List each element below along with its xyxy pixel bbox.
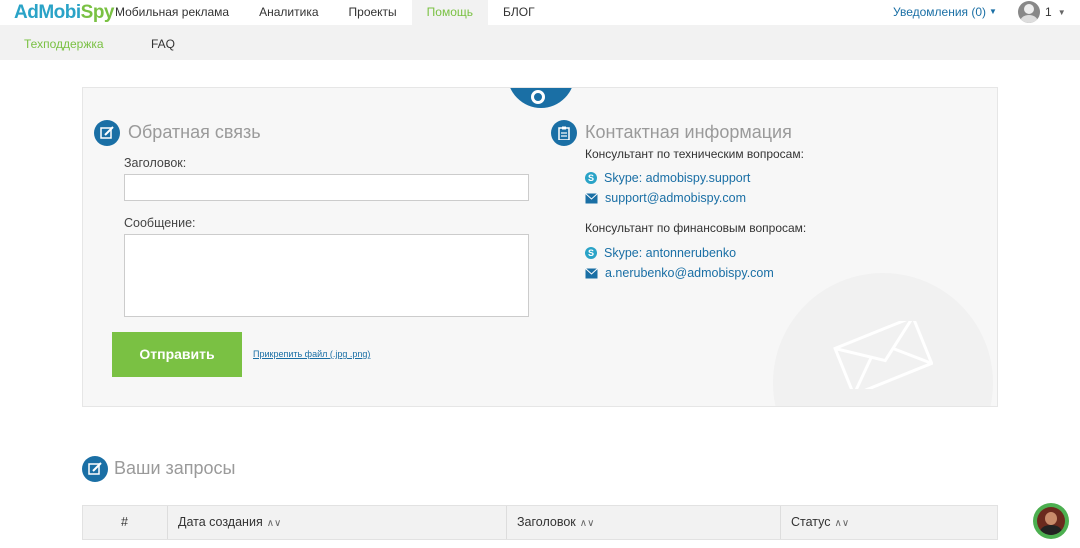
nav-item-blog[interactable]: БЛОГ bbox=[488, 0, 550, 25]
sub-navbar: Техподдержка FAQ bbox=[0, 25, 1080, 60]
requests-table-header: # Дата создания ∧∨ Заголовок ∧∨ Статус ∧∨ bbox=[82, 505, 998, 540]
finance-email-link[interactable]: a.nerubenko@admobispy.com bbox=[585, 266, 774, 280]
column-header-created-date[interactable]: Дата создания ∧∨ bbox=[178, 506, 281, 539]
support-panel: Обратная связь Заголовок: Сообщение: Отп… bbox=[82, 87, 998, 407]
mail-icon bbox=[585, 192, 598, 203]
subject-label: Заголовок: bbox=[124, 156, 187, 170]
contacts-title: Контактная информация bbox=[585, 122, 792, 142]
caret-down-icon: ▼ bbox=[989, 7, 997, 16]
nav-item-projects[interactable]: Проекты bbox=[334, 0, 412, 25]
sort-icon: ∧∨ bbox=[579, 518, 595, 529]
column-header-status[interactable]: Статус ∧∨ bbox=[791, 506, 849, 539]
column-header-number[interactable]: # bbox=[121, 506, 128, 539]
subject-input[interactable] bbox=[124, 174, 529, 201]
feedback-title: Обратная связь bbox=[128, 122, 261, 142]
top-navbar: AdMobiSpy Мобильная реклама Аналитика Пр… bbox=[0, 0, 1080, 25]
logo-part-ad: AdMobi bbox=[14, 2, 81, 23]
tech-skype-text: Skype: admobispy.support bbox=[604, 171, 751, 185]
finance-consultant-heading: Консультант по финансовым вопросам: bbox=[585, 221, 807, 235]
notifications-dropdown[interactable]: Уведомления (0) ▼ bbox=[893, 5, 997, 19]
admobispy-logo[interactable]: AdMobiSpy bbox=[14, 2, 115, 24]
subnav-item-faq[interactable]: FAQ bbox=[151, 37, 175, 51]
clipboard-icon bbox=[551, 120, 577, 146]
nav-item-help[interactable]: Помощь bbox=[411, 0, 489, 25]
requests-title: Ваши запросы bbox=[114, 458, 236, 478]
sort-icon: ∧∨ bbox=[834, 518, 850, 529]
main-nav: Мобильная реклама Аналитика Проекты Помо… bbox=[100, 0, 550, 25]
finance-email-text: a.nerubenko@admobispy.com bbox=[605, 266, 774, 280]
user-menu[interactable]: 1 ▼ bbox=[1018, 1, 1066, 23]
notifications-label: Уведомления (0) bbox=[893, 5, 987, 19]
finance-skype-link[interactable]: S Skype: antonnerubenko bbox=[585, 246, 736, 260]
tech-email-text: support@admobispy.com bbox=[605, 191, 746, 205]
finance-skype-text: Skype: antonnerubenko bbox=[604, 246, 737, 260]
sort-icon: ∧∨ bbox=[266, 518, 282, 529]
lifebuoy-icon bbox=[507, 88, 575, 108]
edit-icon bbox=[94, 120, 120, 146]
chat-agent-avatar bbox=[1037, 507, 1065, 535]
tech-consultant-heading: Консультант по техническим вопросам: bbox=[585, 147, 804, 161]
tech-skype-link[interactable]: S Skype: admobispy.support bbox=[585, 171, 750, 185]
nav-item-mobile-ads[interactable]: Мобильная реклама bbox=[100, 0, 244, 25]
caret-down-icon: ▼ bbox=[1057, 7, 1066, 17]
tech-email-link[interactable]: support@admobispy.com bbox=[585, 191, 746, 205]
chat-widget-button[interactable] bbox=[1033, 503, 1069, 539]
edit-icon bbox=[82, 456, 108, 482]
send-button[interactable]: Отправить bbox=[112, 332, 242, 377]
column-header-subject[interactable]: Заголовок ∧∨ bbox=[517, 506, 594, 539]
skype-icon: S bbox=[585, 247, 597, 259]
message-label: Сообщение: bbox=[124, 216, 196, 230]
subnav-item-support[interactable]: Техподдержка bbox=[24, 37, 104, 51]
user-count: 1 bbox=[1045, 5, 1052, 19]
envelope-icon bbox=[833, 321, 933, 389]
message-textarea[interactable] bbox=[124, 234, 529, 317]
nav-item-analytics[interactable]: Аналитика bbox=[244, 0, 333, 25]
attach-file-link[interactable]: Прикрепить файл (.jpg .png) bbox=[253, 349, 370, 359]
skype-icon: S bbox=[585, 172, 597, 184]
avatar bbox=[1018, 1, 1040, 23]
mail-icon bbox=[585, 267, 598, 278]
